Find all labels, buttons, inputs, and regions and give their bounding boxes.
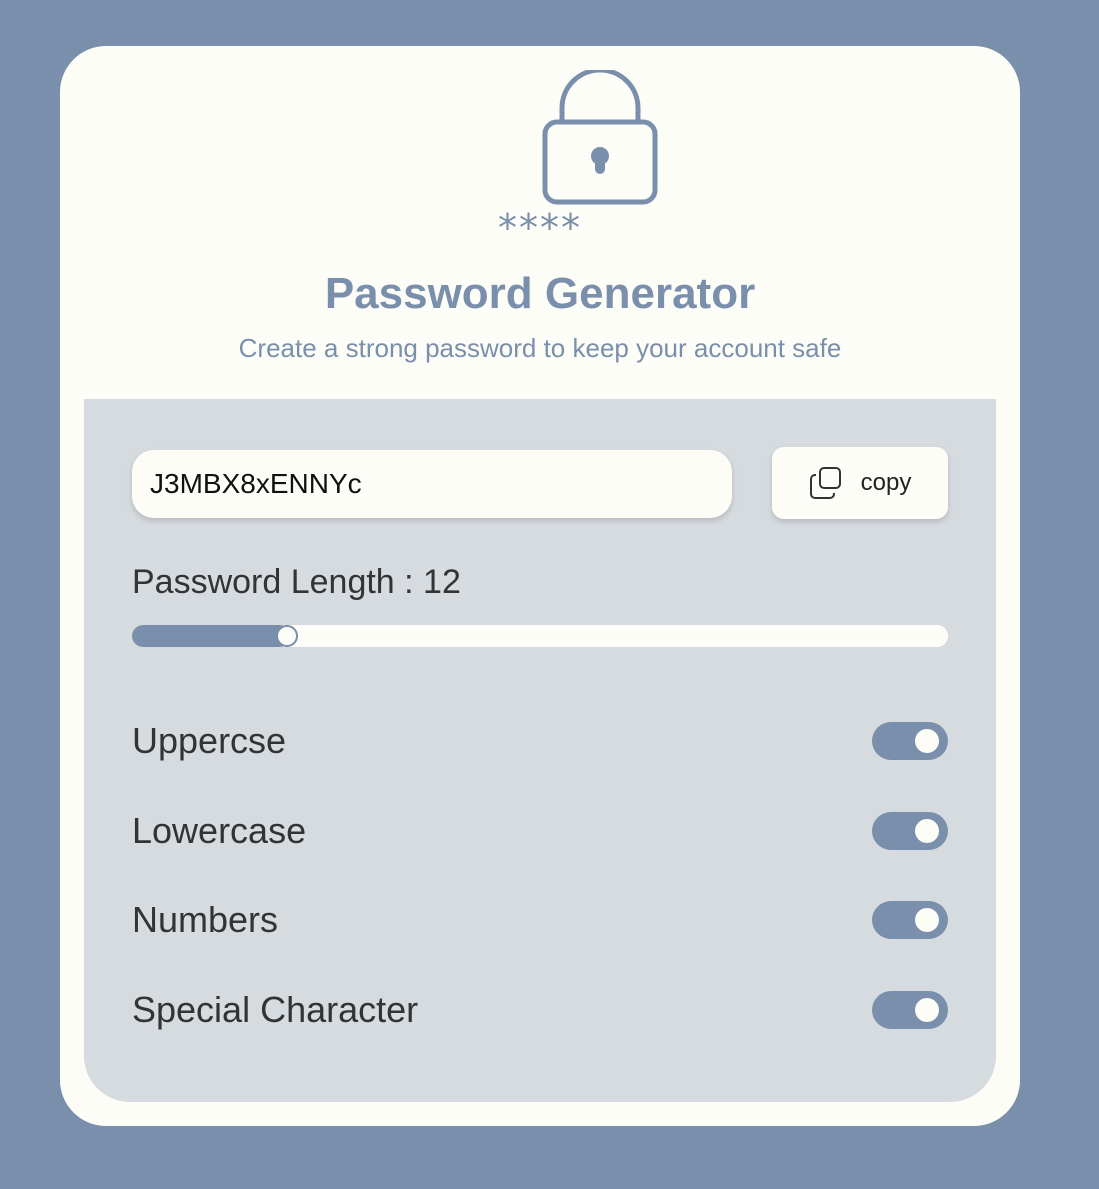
option-label: Numbers bbox=[132, 899, 279, 940]
toggle-knob bbox=[915, 729, 939, 753]
toggle-knob bbox=[915, 908, 939, 932]
uppercase-toggle[interactable] bbox=[872, 722, 948, 760]
padlock-icon bbox=[542, 70, 658, 205]
option-label: Lowercase bbox=[132, 810, 307, 851]
option-label: Uppercse bbox=[132, 720, 287, 761]
password-generator-card: **** Password Generator Create a strong … bbox=[60, 46, 1020, 1126]
option-uppercase: Uppercse bbox=[132, 719, 948, 763]
copy-button-label: copy bbox=[860, 469, 912, 496]
page-title: Password Generator bbox=[324, 269, 756, 318]
slider-fill bbox=[132, 625, 291, 647]
password-output-field[interactable] bbox=[132, 450, 732, 518]
lowercase-toggle[interactable] bbox=[872, 812, 948, 850]
password-length-slider[interactable] bbox=[132, 625, 948, 647]
option-numbers: Numbers bbox=[132, 898, 948, 942]
toggle-knob bbox=[915, 998, 939, 1022]
special-character-toggle[interactable] bbox=[872, 991, 948, 1029]
page-subtitle: Create a strong password to keep your ac… bbox=[238, 333, 842, 363]
numbers-toggle[interactable] bbox=[872, 901, 948, 939]
masked-password-stars: **** bbox=[498, 206, 582, 250]
option-lowercase: Lowercase bbox=[132, 809, 948, 853]
option-label: Special Character bbox=[132, 989, 419, 1030]
password-length-label: Password Length : 12 bbox=[132, 563, 461, 601]
copy-button[interactable]: copy bbox=[772, 447, 948, 519]
generator-panel: copy Password Length : 12 Uppercse Lower… bbox=[84, 399, 996, 1102]
option-special-character: Special Character bbox=[132, 988, 948, 1032]
copy-icon bbox=[809, 467, 841, 499]
slider-thumb[interactable] bbox=[276, 625, 298, 647]
toggle-knob bbox=[915, 819, 939, 843]
